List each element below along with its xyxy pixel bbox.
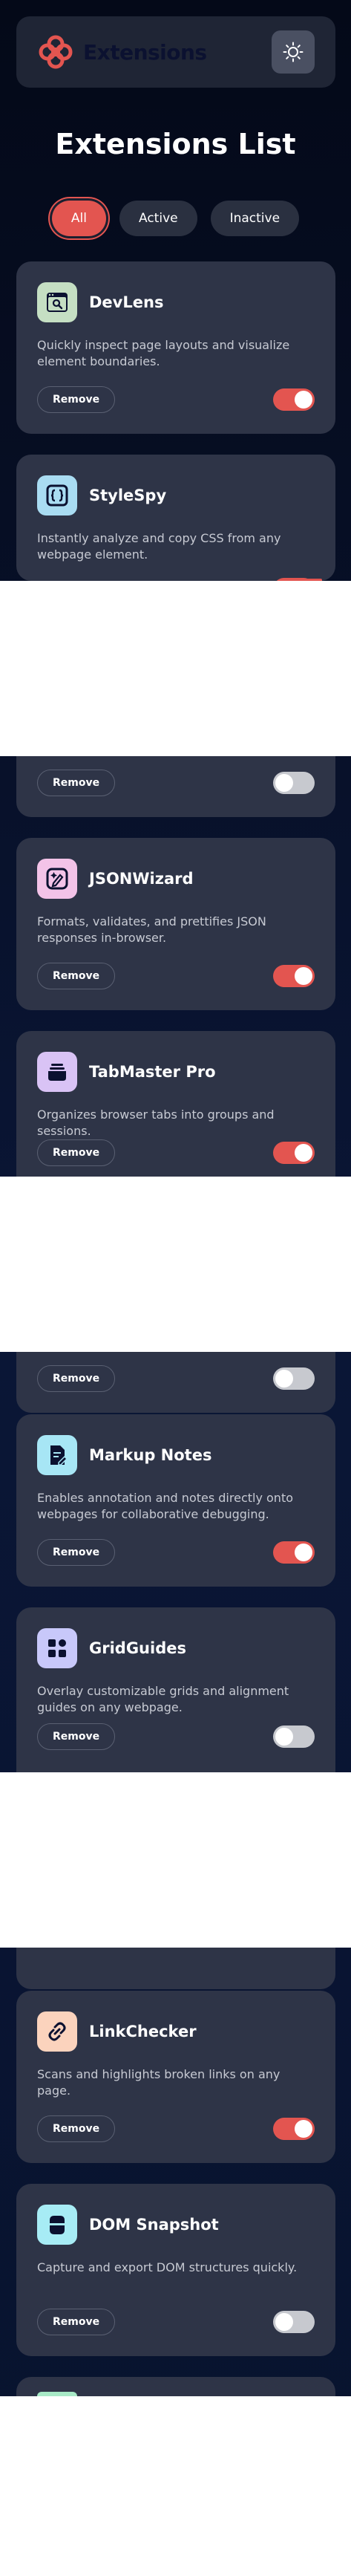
jsonwizard-icon (37, 859, 77, 899)
filter-inactive[interactable]: Inactive (210, 201, 300, 236)
filter-tabs: All Active Inactive (0, 201, 351, 236)
extension-description: Overlay customizable grids and alignment… (37, 1684, 289, 1714)
blank-region (0, 581, 351, 756)
extension-name: JSONWizard (89, 870, 194, 888)
extension-description: Instantly analyze and copy CSS from any … (37, 531, 281, 562)
extension-description: Quickly inspect page layouts and visuali… (37, 338, 290, 368)
extension-description: Formats, validates, and prettifies JSON … (37, 914, 266, 945)
extension-name: TabMaster Pro (89, 1063, 216, 1081)
logo-text: Extensions (83, 39, 207, 65)
sun-icon (283, 42, 304, 62)
extension-name: DevLens (89, 293, 164, 311)
extension-toggle[interactable] (273, 388, 315, 411)
extension-toggle[interactable] (273, 1541, 315, 1564)
blank-region (0, 1177, 351, 1352)
extension-name: StyleSpy (89, 487, 167, 504)
tabmaster-icon (37, 1052, 77, 1092)
remove-button[interactable]: Remove (37, 1723, 116, 1750)
markup-notes-icon (37, 1435, 77, 1475)
blank-region (0, 2396, 351, 2576)
extension-card: StyleSpy Instantly analyze and copy CSS … (16, 455, 335, 581)
extension-card: Markup Notes Enables annotation and note… (16, 1414, 335, 1587)
extension-card: Remove (16, 1352, 335, 1413)
extension-card (16, 2377, 335, 2396)
remove-button[interactable]: Remove (37, 1139, 116, 1166)
extension-name: Markup Notes (89, 1446, 212, 1464)
extension-description: Capture and export DOM structures quickl… (37, 2260, 298, 2274)
extension-card: TabMaster Pro Organizes browser tabs int… (16, 1031, 335, 1177)
extension-toggle[interactable] (273, 1142, 315, 1164)
remove-button[interactable]: Remove (37, 2115, 116, 2142)
extension-toggle[interactable] (273, 1367, 315, 1390)
blank-region (0, 1772, 351, 1948)
extension-name: GridGuides (89, 1639, 186, 1657)
filter-active[interactable]: Active (119, 201, 197, 236)
filter-all[interactable]: All (51, 201, 106, 236)
extension-card: LinkChecker Scans and highlights broken … (16, 1991, 335, 2163)
extension-card: GridGuides Overlay customizable grids an… (16, 1607, 335, 1772)
extension-toggle[interactable] (273, 2311, 315, 2333)
dom-snapshot-icon (37, 2205, 77, 2245)
logo-icon (39, 35, 73, 69)
remove-button[interactable]: Remove (37, 1365, 116, 1392)
extension-card: DOM Snapshot Capture and export DOM stru… (16, 2184, 335, 2356)
extension-name: LinkChecker (89, 2023, 197, 2040)
remove-button[interactable]: Remove (37, 963, 116, 989)
extension-toggle[interactable] (273, 2118, 315, 2140)
extension-description: Scans and highlights broken links on any… (37, 2067, 281, 2098)
page-title: Extensions List (55, 128, 296, 160)
gridguides-icon (37, 1628, 77, 1668)
extension-description: Organizes browser tabs into groups and s… (37, 1108, 275, 1138)
remove-button[interactable]: Remove (37, 770, 116, 796)
extension-card (16, 1948, 335, 1989)
theme-toggle-button[interactable] (272, 30, 315, 74)
extension-toggle[interactable] (273, 965, 315, 987)
remove-button[interactable]: Remove (37, 386, 116, 413)
logo: Extensions (37, 33, 207, 71)
extension-card: Remove (16, 756, 335, 817)
extension-description: Enables annotation and notes directly on… (37, 1491, 293, 1521)
app-header: Extensions (16, 16, 335, 88)
remove-button[interactable]: Remove (37, 2309, 116, 2335)
extension-name: DOM Snapshot (89, 2216, 219, 2234)
linkchecker-icon (37, 2011, 77, 2052)
extension-toggle[interactable] (273, 1726, 315, 1748)
extension-card: JSONWizard Formats, validates, and prett… (16, 838, 335, 1010)
remove-button[interactable]: Remove (37, 1539, 116, 1566)
extension-card: DevLens Quickly inspect page layouts and… (16, 261, 335, 434)
stylespy-icon (37, 475, 77, 515)
extension-toggle[interactable] (273, 772, 315, 794)
devlens-icon (37, 282, 77, 322)
